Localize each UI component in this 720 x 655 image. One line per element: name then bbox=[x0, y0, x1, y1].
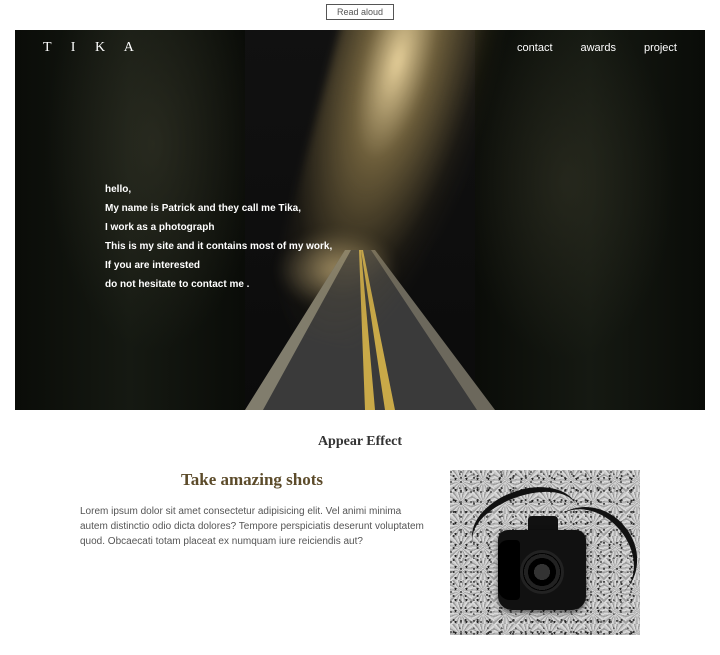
intro-line-4: This is my site and it contains most of … bbox=[105, 237, 332, 256]
brand-logo: T I K A bbox=[43, 40, 142, 56]
feature-image-camera bbox=[450, 470, 640, 635]
camera-lens bbox=[520, 550, 564, 594]
nav-link-awards[interactable]: awards bbox=[581, 42, 616, 54]
feature-row: Take amazing shots Lorem ipsum dolor sit… bbox=[80, 470, 640, 635]
primary-nav: contact awards project bbox=[517, 42, 677, 54]
feature-text-block: Take amazing shots Lorem ipsum dolor sit… bbox=[80, 470, 424, 549]
hero-section: T I K A contact awards project hello, My… bbox=[15, 30, 705, 410]
intro-line-3: I work as a photograph bbox=[105, 218, 332, 237]
nav-link-project[interactable]: project bbox=[644, 42, 677, 54]
top-toolbar: Read aloud bbox=[0, 0, 720, 30]
feature-heading: Take amazing shots bbox=[80, 470, 424, 490]
read-aloud-button[interactable]: Read aloud bbox=[326, 4, 394, 20]
nav-link-contact[interactable]: contact bbox=[517, 42, 552, 54]
intro-line-6: do not hesitate to contact me . bbox=[105, 275, 332, 294]
intro-line-1: hello, bbox=[105, 180, 332, 199]
section-title: Appear Effect bbox=[0, 434, 720, 450]
feature-body: Lorem ipsum dolor sit amet consectetur a… bbox=[80, 504, 424, 549]
hero-header: T I K A contact awards project bbox=[15, 40, 705, 56]
camera-grip bbox=[498, 540, 520, 600]
intro-line-5: If you are interested bbox=[105, 256, 332, 275]
hero-intro-copy: hello, My name is Patrick and they call … bbox=[105, 180, 332, 294]
intro-line-2: My name is Patrick and they call me Tika… bbox=[105, 199, 332, 218]
